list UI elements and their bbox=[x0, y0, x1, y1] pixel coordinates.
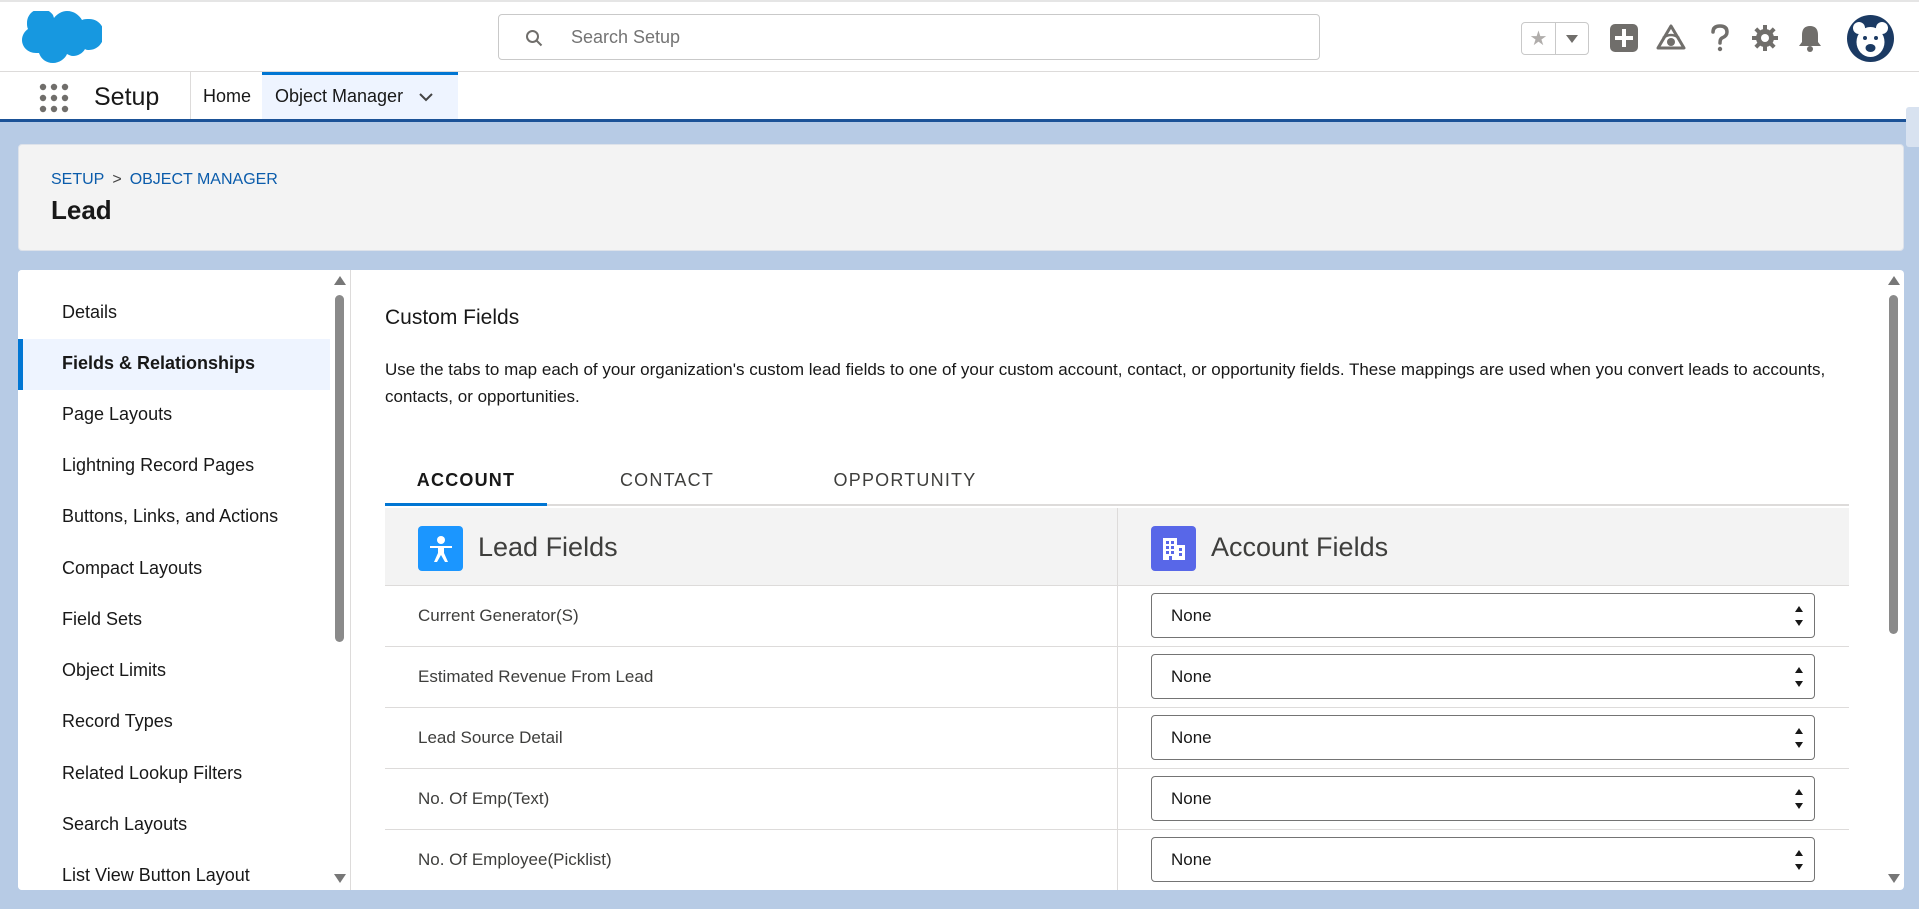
select-value: None bbox=[1171, 789, 1212, 808]
column-divider bbox=[1117, 508, 1118, 586]
scroll-down-arrow-icon[interactable] bbox=[334, 874, 346, 883]
global-header: ★ bbox=[0, 0, 1919, 72]
global-actions-icon[interactable] bbox=[1608, 22, 1640, 54]
lead-field-label: Lead Source Detail bbox=[418, 728, 563, 747]
select-updown-icon bbox=[1795, 728, 1803, 748]
scroll-up-arrow-icon[interactable] bbox=[1888, 276, 1900, 285]
page-title: Lead bbox=[51, 195, 112, 225]
column-divider bbox=[1117, 830, 1118, 890]
breadcrumb-object-manager-link[interactable]: OBJECT MANAGER bbox=[130, 171, 278, 189]
notifications-bell-icon[interactable] bbox=[1794, 22, 1826, 54]
search-input[interactable] bbox=[571, 23, 1291, 51]
sidebar-item-object-limits[interactable]: Object Limits bbox=[18, 646, 330, 697]
favorites-star-icon[interactable]: ★ bbox=[1522, 23, 1556, 54]
column-divider bbox=[1117, 647, 1118, 708]
help-icon[interactable] bbox=[1704, 22, 1736, 54]
lead-field-label: No. Of Employee(Picklist) bbox=[418, 850, 612, 869]
lead-icon bbox=[418, 526, 463, 571]
avatar[interactable] bbox=[1847, 15, 1894, 62]
sidebar-item-page-layouts[interactable]: Page Layouts bbox=[18, 390, 330, 441]
column-divider bbox=[1117, 586, 1118, 647]
side-panel-handle[interactable] bbox=[1906, 107, 1919, 147]
select-updown-icon bbox=[1795, 850, 1803, 870]
lead-field-label: No. Of Emp(Text) bbox=[418, 789, 550, 808]
field-mapping-table: Lead Fields Account Fields Current Gener… bbox=[385, 508, 1849, 890]
sidebar-item-lightning-record-pages[interactable]: Lightning Record Pages bbox=[18, 441, 330, 492]
main-scrollbar[interactable] bbox=[1884, 270, 1904, 890]
account-field-select[interactable]: None bbox=[1151, 654, 1815, 699]
tab-home[interactable]: Home bbox=[191, 72, 265, 119]
mapping-tabs: ACCOUNT CONTACT OPPORTUNITY bbox=[385, 458, 1849, 506]
account-field-select[interactable]: None bbox=[1151, 593, 1815, 638]
context-nav-bar: Setup Home Object Manager bbox=[0, 72, 1919, 122]
account-field-select[interactable]: None bbox=[1151, 776, 1815, 821]
account-fields-header: Account Fields bbox=[1211, 532, 1389, 562]
scroll-up-arrow-icon[interactable] bbox=[334, 276, 346, 285]
lead-field-label: Current Generator(S) bbox=[418, 606, 579, 625]
tab-contact[interactable]: CONTACT bbox=[598, 458, 736, 506]
tab-account[interactable]: ACCOUNT bbox=[385, 458, 547, 506]
sidebar-item-list-view-button-layout[interactable]: List View Button Layout bbox=[18, 851, 330, 890]
content-card: Details Fields & Relationships Page Layo… bbox=[18, 270, 1904, 890]
table-row: Lead Source Detail None bbox=[385, 708, 1849, 769]
sidebar-item-fields-relationships[interactable]: Fields & Relationships bbox=[18, 339, 330, 390]
sidebar-scrollbar[interactable] bbox=[330, 270, 350, 890]
sidebar-item-record-types[interactable]: Record Types bbox=[18, 697, 330, 748]
table-header: Lead Fields Account Fields bbox=[385, 508, 1849, 586]
column-divider bbox=[1117, 769, 1118, 830]
tab-opportunity[interactable]: OPPORTUNITY bbox=[820, 458, 990, 506]
chevron-down-icon[interactable] bbox=[417, 88, 435, 106]
select-updown-icon bbox=[1795, 789, 1803, 809]
account-icon bbox=[1151, 526, 1196, 571]
sidebar-scroll-thumb[interactable] bbox=[335, 295, 344, 642]
gear-icon[interactable] bbox=[1749, 22, 1781, 54]
section-description: Use the tabs to map each of your organiz… bbox=[385, 360, 1826, 406]
breadcrumb-separator: > bbox=[112, 171, 122, 188]
trailhead-icon[interactable] bbox=[1655, 22, 1687, 54]
lead-field-label: Estimated Revenue From Lead bbox=[418, 667, 654, 686]
table-row: Current Generator(S) None bbox=[385, 586, 1849, 647]
tab-object-manager-label: Object Manager bbox=[275, 86, 404, 106]
app-launcher-icon[interactable] bbox=[38, 82, 70, 114]
scroll-down-arrow-icon[interactable] bbox=[1888, 874, 1900, 883]
account-field-select[interactable]: None bbox=[1151, 715, 1815, 760]
main-scroll-thumb[interactable] bbox=[1889, 295, 1898, 634]
favorites-group: ★ bbox=[1521, 22, 1589, 55]
select-updown-icon bbox=[1795, 667, 1803, 687]
breadcrumb-setup-link[interactable]: SETUP bbox=[51, 171, 104, 189]
account-field-select[interactable]: None bbox=[1151, 837, 1815, 882]
sidebar-item-search-layouts[interactable]: Search Layouts bbox=[18, 800, 330, 851]
search-icon bbox=[526, 30, 543, 47]
sidebar-item-field-sets[interactable]: Field Sets bbox=[18, 595, 330, 646]
sidebar-item-compact-layouts[interactable]: Compact Layouts bbox=[18, 544, 330, 595]
main-panel: Custom Fields Use the tabs to map each o… bbox=[351, 270, 1884, 890]
table-row: No. Of Employee(Picklist) None bbox=[385, 830, 1849, 890]
select-value: None bbox=[1171, 728, 1212, 747]
select-value: None bbox=[1171, 606, 1212, 625]
table-row: No. Of Emp(Text) None bbox=[385, 769, 1849, 830]
select-value: None bbox=[1171, 850, 1212, 869]
app-name: Setup bbox=[94, 83, 160, 111]
section-title: Custom Fields bbox=[385, 306, 520, 329]
cloud-logo-icon[interactable] bbox=[21, 11, 102, 67]
sidebar-item-related-lookup-filters[interactable]: Related Lookup Filters bbox=[18, 749, 330, 800]
breadcrumb: SETUP > OBJECT MANAGER bbox=[51, 171, 278, 189]
column-divider bbox=[1117, 708, 1118, 769]
tab-object-manager[interactable]: Object Manager bbox=[262, 72, 458, 119]
object-sidebar: Details Fields & Relationships Page Layo… bbox=[18, 270, 350, 890]
page-header: SETUP > OBJECT MANAGER Lead bbox=[18, 144, 1904, 251]
search-setup-box[interactable] bbox=[498, 14, 1320, 60]
sidebar-item-details[interactable]: Details bbox=[18, 288, 330, 339]
lead-fields-header: Lead Fields bbox=[478, 532, 618, 562]
sidebar-item-buttons-links-actions[interactable]: Buttons, Links, and Actions bbox=[18, 492, 330, 543]
select-value: None bbox=[1171, 667, 1212, 686]
select-updown-icon bbox=[1795, 606, 1803, 626]
table-row: Estimated Revenue From Lead None bbox=[385, 647, 1849, 708]
favorites-menu-icon[interactable] bbox=[1556, 23, 1588, 54]
